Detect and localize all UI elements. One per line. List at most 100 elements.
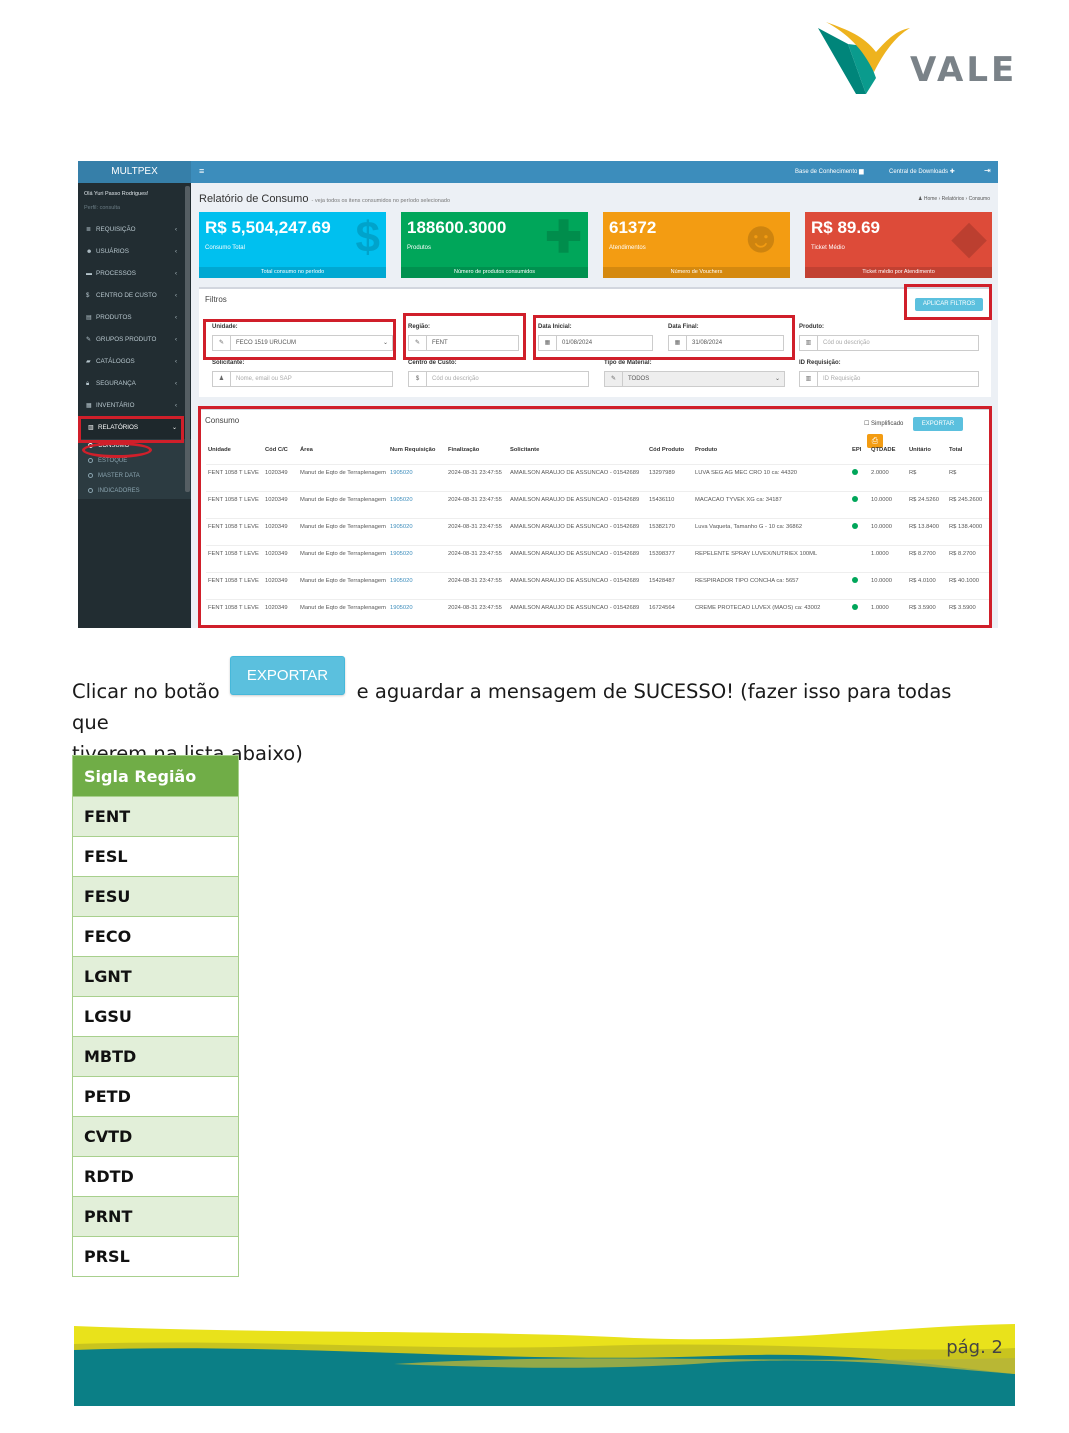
footer-waves	[74, 1324, 1015, 1406]
sidebar-item-grupos-produto[interactable]: ✎ GRUPOS PRODUTO ‹	[78, 329, 191, 351]
breadcrumb[interactable]: ♟ Home › Relatórios › Consumo	[918, 196, 990, 202]
chevron-left-icon: ‹	[175, 315, 177, 321]
kpi-atendimentos: ☻ 61372 Atendimentos Número de Vouchers	[603, 212, 790, 278]
produto-placeholder: Cód ou descrição	[823, 340, 870, 346]
menu-toggle-icon[interactable]: ≡	[199, 166, 204, 176]
chevron-left-icon: ‹	[175, 249, 177, 255]
barcode-icon: ▤	[86, 315, 92, 321]
chevron-left-icon: ‹	[175, 227, 177, 233]
multpex-screenshot: MULTPEX Olá Yuri Passo Rodrigues! Perfil…	[78, 161, 998, 628]
kpi-label: Ticket Médio	[811, 245, 845, 251]
filters-title: Filtros	[205, 295, 227, 304]
table-row: RDTD	[72, 1156, 239, 1197]
kpi-label: Consumo Total	[205, 245, 245, 251]
chevron-left-icon: ‹	[175, 359, 177, 365]
chevron-left-icon: ‹	[175, 271, 177, 277]
tipo-material-select[interactable]: ✎ TODOS ⌄	[604, 371, 785, 387]
tag-icon: ✎	[605, 372, 623, 386]
table-row: MBTD	[72, 1036, 239, 1077]
kpi-consumo-total: $ R$ 5,504,247.69 Consumo Total Total co…	[199, 212, 386, 278]
submenu-item-indicadores[interactable]: INDICADORES	[78, 484, 191, 499]
table-row: FENT	[72, 796, 239, 837]
page-subtitle: - veja todos os itens consumidos no perí…	[311, 198, 451, 204]
vale-v-icon	[818, 22, 910, 94]
region-code: LGNT	[72, 956, 239, 997]
sidebar-item-usuarios[interactable]: ☻ USUÁRIOS ‹	[78, 241, 191, 263]
chevron-left-icon: ‹	[175, 293, 177, 299]
users-icon: ☻	[737, 213, 784, 262]
book-icon: ▰	[86, 359, 91, 365]
sidebar-item-label: INVENTÁRIO	[96, 402, 135, 409]
page-number: pág. 2	[946, 1337, 1003, 1358]
knowledge-base-link[interactable]: Base de Conhecimento ▆	[795, 168, 864, 175]
submenu-label: INDICADORES	[98, 488, 140, 494]
region-code: FESU	[72, 876, 239, 917]
region-code: CVTD	[72, 1116, 239, 1157]
table-row: LGSU	[72, 996, 239, 1037]
region-code: PRNT	[72, 1196, 239, 1237]
region-code: RDTD	[72, 1156, 239, 1197]
tipo-material-value: TODOS	[628, 376, 650, 382]
inventory-icon: ▦	[86, 403, 92, 409]
logout-icon[interactable]: ⇥	[984, 166, 991, 175]
kpi-value: 61372	[609, 218, 657, 237]
tipo-material-label: Tipo de Material:	[604, 360, 652, 366]
sidebar: MULTPEX Olá Yuri Passo Rodrigues! Perfil…	[78, 161, 191, 628]
sidebar-item-seguranca[interactable]: 🔒︎ SEGURANÇA ‹	[78, 373, 191, 395]
kpi-value: R$ 5,504,247.69	[205, 218, 331, 237]
submenu-item-master-data[interactable]: MASTER DATA	[78, 469, 191, 484]
centro-custo-input[interactable]: $ Cód ou descrição	[408, 371, 589, 387]
circle-icon	[88, 472, 93, 478]
kpi-label: Produtos	[407, 245, 432, 251]
solicitante-input[interactable]: ♟ Nome, email ou SAP	[212, 371, 393, 387]
highlight-relatorios	[78, 416, 184, 443]
regions-table: Sigla Região FENT FESL FESU FECO LGNT LG…	[72, 755, 239, 1277]
map-icon: ◆	[952, 213, 986, 262]
id-requisicao-input[interactable]: ▥ ID Requisição	[799, 371, 979, 387]
region-code: PRSL	[72, 1236, 239, 1277]
chevron-down-icon: ⌄	[774, 376, 780, 382]
highlight-consumo	[82, 442, 152, 458]
highlight-unidade	[203, 319, 396, 360]
page-title-text: Relatório de Consumo	[199, 193, 309, 205]
submenu-label: ESTOQUE	[98, 458, 128, 464]
kpi-value: R$ 89.69	[811, 218, 880, 237]
barcode-icon: ▥	[800, 372, 818, 386]
sidebar-item-label: CATÁLOGOS	[96, 358, 135, 365]
kpi-footer[interactable]: Número de Vouchers	[603, 267, 790, 278]
page-title: Relatório de Consumo - veja todos os ite…	[199, 193, 450, 205]
sidebar-item-processos[interactable]: ▬ PROCESSOS ‹	[78, 263, 191, 285]
export-button-illustration[interactable]: EXPORTAR	[230, 656, 345, 695]
dollar-icon: $	[355, 213, 380, 262]
highlight-datas	[533, 315, 795, 360]
kpi-footer[interactable]: Ticket médio por Atendimento	[805, 267, 992, 278]
sidebar-item-catalogos[interactable]: ▰ CATÁLOGOS ‹	[78, 351, 191, 373]
table-row: FECO	[72, 916, 239, 957]
table-row: PRNT	[72, 1196, 239, 1237]
sidebar-scrollbar[interactable]	[185, 186, 190, 492]
solicitante-label: Solicitante:	[212, 360, 245, 366]
table-row: CVTD	[72, 1116, 239, 1157]
lock-icon: 🔒︎	[86, 381, 90, 387]
sidebar-item-requisicao[interactable]: ≣ REQUISIÇÃO ‹	[78, 219, 191, 241]
brand[interactable]: MULTPEX	[78, 161, 191, 183]
user-greeting: Olá Yuri Passo Rodrigues!	[84, 191, 149, 197]
region-code: FENT	[72, 796, 239, 837]
sidebar-item-produtos[interactable]: ▤ PRODUTOS ‹	[78, 307, 191, 329]
solicitante-placeholder: Nome, email ou SAP	[236, 376, 292, 382]
tag-icon: ✎	[86, 337, 92, 343]
highlight-apply-filters	[904, 284, 992, 320]
kpi-footer[interactable]: Total consumo no período	[199, 267, 386, 278]
sidebar-item-inventario[interactable]: ▦ INVENTÁRIO ‹	[78, 395, 191, 417]
instruction-line-1: Clicar no botão e aguardar a mensagem de …	[72, 676, 992, 738]
produto-input[interactable]: ▥ Cód ou descrição	[799, 335, 979, 351]
sidebar-item-centro-custo[interactable]: $ CENTRO DE CUSTO ‹	[78, 285, 191, 307]
kpi-produtos: ✚ 188600.3000 Produtos Número de produto…	[401, 212, 588, 278]
downloads-link[interactable]: Central de Downloads ✚	[889, 168, 955, 175]
highlight-consumo-table	[198, 406, 992, 628]
id-requisicao-label: ID Requisição:	[799, 360, 841, 366]
sidebar-nav: ≣ REQUISIÇÃO ‹ ☻ USUÁRIOS ‹ ▬ PROCESSOS ‹ $ CEN…	[78, 219, 191, 439]
kpi-footer[interactable]: Número de produtos consumidos	[401, 267, 588, 278]
vale-logo-text: VALE	[910, 50, 1018, 90]
chevron-left-icon: ‹	[175, 381, 177, 387]
